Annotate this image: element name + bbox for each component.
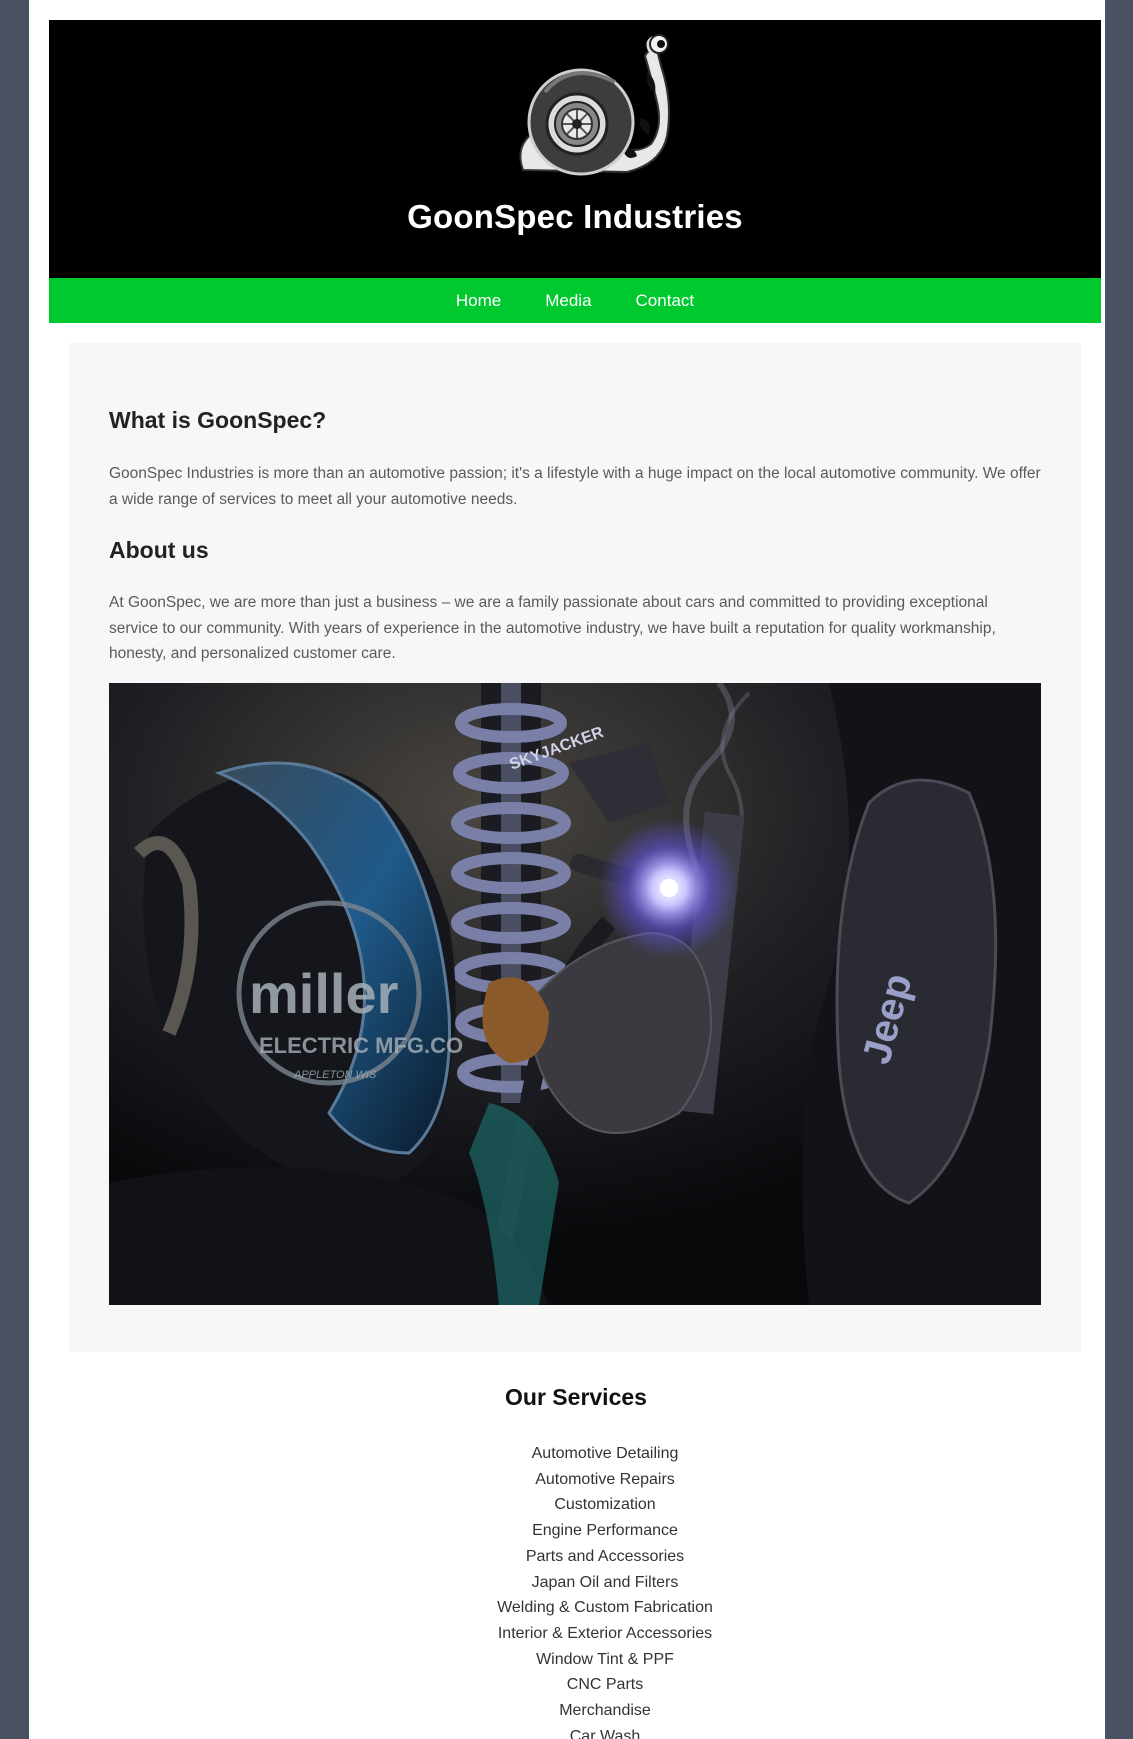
service-item: Parts and Accessories bbox=[525, 1547, 685, 1565]
helmet-brand-label: miller bbox=[249, 962, 398, 1025]
service-item: Interior & Exterior Accessories bbox=[497, 1624, 713, 1642]
what-is-heading: What is GoonSpec? bbox=[109, 407, 327, 433]
helmet-sub-label: ELECTRIC MFG.CO bbox=[259, 1033, 463, 1058]
service-item: CNC Parts bbox=[566, 1676, 644, 1694]
nav-link-contact[interactable]: Contact bbox=[636, 291, 695, 311]
helmet-city-label: APPLETON WIS bbox=[293, 1069, 377, 1081]
nav-link-home[interactable]: Home bbox=[456, 291, 501, 311]
service-item: Automotive Repairs bbox=[535, 1470, 675, 1488]
about-us-heading: About us bbox=[109, 537, 209, 563]
service-item: Car Wash bbox=[569, 1727, 641, 1739]
what-is-text: GoonSpec Industries is more than an auto… bbox=[109, 465, 1041, 508]
about-section: What is GoonSpec? GoonSpec Industries is… bbox=[69, 343, 1081, 1352]
main-nav: Home Media Contact bbox=[49, 278, 1101, 323]
welding-photo-illustration: Jeep SKYJACKER miller ELECTRIC MFG.CO AP… bbox=[109, 683, 1041, 1305]
service-item: Welding & Custom Fabrication bbox=[497, 1599, 713, 1617]
site-header: GoonSpec Industries bbox=[49, 20, 1101, 278]
service-item: Engine Performance bbox=[532, 1522, 678, 1540]
services-title: Our Services bbox=[505, 1384, 647, 1410]
service-item: Customization bbox=[554, 1496, 656, 1514]
nav-link-media[interactable]: Media bbox=[545, 291, 591, 311]
service-item: Automotive Detailing bbox=[531, 1445, 679, 1462]
service-item: Window Tint & PPF bbox=[536, 1650, 674, 1668]
services-list: Automotive Detailing Automotive Repairs … bbox=[29, 1441, 1105, 1739]
service-item: Japan Oil and Filters bbox=[531, 1573, 679, 1591]
about-us-text: At GoonSpec, we are more than just a bus… bbox=[109, 594, 996, 662]
site-title: GoonSpec Industries bbox=[407, 198, 743, 235]
service-item: Merchandise bbox=[559, 1702, 651, 1720]
welding-photo: Jeep SKYJACKER miller ELECTRIC MFG.CO AP… bbox=[109, 683, 1041, 1305]
turbo-snail-logo-icon bbox=[519, 34, 670, 176]
page: GoonSpec Industries Home Media Contact W… bbox=[29, 0, 1105, 1739]
